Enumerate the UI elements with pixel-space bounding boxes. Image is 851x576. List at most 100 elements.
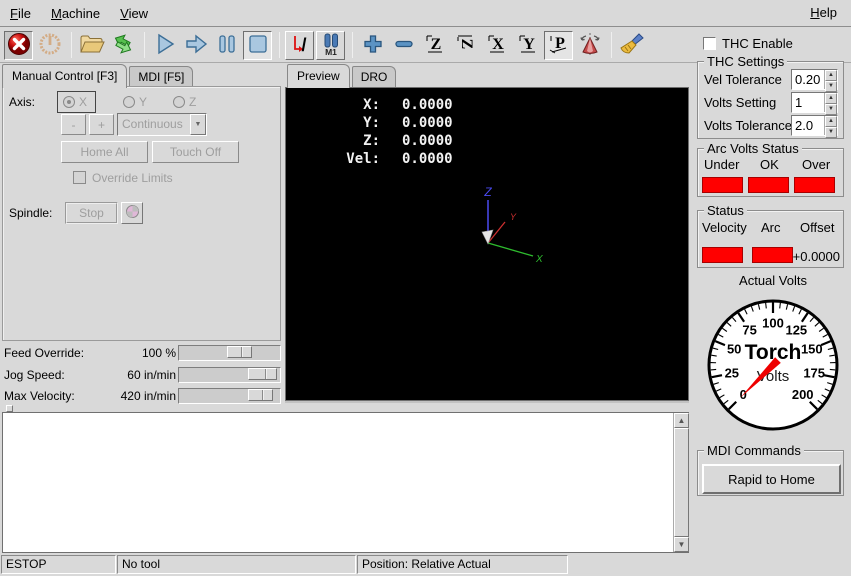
feed-override-slider[interactable] — [178, 345, 281, 361]
reload-icon — [111, 32, 135, 59]
pause-button[interactable] — [212, 31, 241, 60]
skip-lines-icon: / — [288, 32, 312, 59]
svg-text:Z: Z — [458, 38, 475, 49]
statusbar-state: ESTOP — [1, 555, 116, 574]
jog-speed-value: 60 in/min — [60, 368, 176, 382]
spindle-stop-button[interactable]: Stop — [65, 202, 118, 224]
scroll-up-icon[interactable]: ▲ — [674, 413, 689, 428]
offset-label: Offset — [800, 220, 834, 235]
rapid-to-home-button[interactable]: Rapid to Home — [702, 464, 841, 494]
jog-plus-button[interactable]: + — [89, 114, 114, 135]
spin-arrows[interactable]: ▲▼ — [824, 116, 837, 135]
optional-stop-button[interactable]: M1 — [316, 31, 345, 60]
radio-x-circle — [63, 96, 75, 108]
svg-text:200: 200 — [792, 387, 814, 402]
spin-arrows[interactable]: ▲▼ — [824, 93, 837, 112]
axis-radio-x[interactable]: X — [57, 91, 96, 113]
tool-cone — [482, 230, 493, 244]
svg-text:P: P — [555, 35, 565, 52]
scroll-down-icon[interactable]: ▼ — [674, 537, 689, 552]
zoom-out-icon — [393, 33, 415, 58]
combobox-arrow-icon: ▼ — [190, 114, 206, 135]
volts-setting-spinbox[interactable]: 1 ▲▼ — [791, 92, 838, 113]
jog-minus-button[interactable]: - — [61, 114, 86, 135]
machine-power-button[interactable] — [35, 31, 64, 60]
open-file-button[interactable] — [77, 31, 106, 60]
jog-speed-handle[interactable] — [248, 368, 277, 380]
spin-up-icon[interactable]: ▲ — [825, 116, 837, 127]
jog-speed-slider[interactable] — [178, 367, 281, 383]
thc-enable-checkbox[interactable]: THC Enable — [703, 36, 793, 51]
estop-button[interactable] — [4, 31, 33, 60]
thc-settings-title: THC Settings — [704, 54, 787, 69]
max-velocity-handle[interactable] — [248, 389, 273, 401]
statusbar: ESTOP No tool Position: Relative Actual — [0, 554, 851, 576]
preview-canvas[interactable]: X:0.0000 Y:0.0000 Z:0.0000 Vel:0.0000 Z … — [285, 87, 689, 401]
view-front-y-icon: Y — [517, 33, 539, 58]
spin-arrows[interactable]: ▲▼ — [824, 70, 837, 89]
axis-label: Axis: — [9, 95, 35, 109]
skip-lines-button[interactable]: / — [285, 31, 314, 60]
feed-override-handle[interactable] — [227, 346, 252, 358]
max-velocity-slider[interactable] — [178, 388, 281, 404]
zoom-out-button[interactable] — [389, 31, 418, 60]
dro-line-y: Y:0.0000 — [324, 114, 453, 132]
scrollbar-thumb[interactable] — [674, 428, 689, 537]
pane-sash-grip[interactable] — [6, 405, 13, 412]
torch-volts-gauge: 0255075100125150175200TorchVolts — [704, 296, 842, 434]
spin-down-icon[interactable]: ▼ — [825, 104, 837, 115]
volts-tolerance-label: Volts Tolerance — [704, 118, 792, 133]
tab-manual-control[interactable]: Manual Control [F3] — [2, 64, 127, 88]
tab-mdi[interactable]: MDI [F5] — [129, 66, 193, 87]
stop-icon — [247, 33, 269, 58]
jog-speed-label: Jog Speed: — [4, 368, 65, 382]
message-text-area[interactable]: ▲ ▼ — [2, 412, 689, 553]
step-icon — [184, 33, 208, 58]
menu-help[interactable]: Help — [800, 0, 847, 25]
svg-text:M1: M1 — [325, 47, 337, 56]
view-perspective-button[interactable]: P — [544, 31, 573, 60]
toolbar-separator — [279, 32, 280, 58]
mdi-commands-group: MDI Commands Rapid to Home — [697, 450, 844, 496]
tab-preview[interactable]: Preview — [287, 64, 350, 88]
jog-mode-combobox[interactable]: Continuous ▼ — [117, 113, 207, 136]
reload-button[interactable] — [108, 31, 137, 60]
volts-tolerance-spinbox[interactable]: 2.0 ▲▼ — [791, 115, 838, 136]
stop-button[interactable] — [243, 31, 272, 60]
clear-plot-button[interactable] — [617, 31, 646, 60]
home-all-button[interactable]: Home All — [61, 141, 148, 163]
touch-off-button[interactable]: Touch Off — [152, 141, 239, 163]
message-scrollbar[interactable]: ▲ ▼ — [673, 413, 688, 552]
over-indicator — [794, 177, 835, 193]
spin-down-icon[interactable]: ▼ — [825, 127, 837, 138]
spin-up-icon[interactable]: ▲ — [825, 70, 837, 81]
svg-text:Z: Z — [430, 36, 441, 53]
view-side-button[interactable]: X — [482, 31, 511, 60]
rotate-view-button[interactable] — [575, 31, 604, 60]
view-top-button[interactable]: Z — [420, 31, 449, 60]
volts-setting-label: Volts Setting — [704, 95, 776, 110]
svg-text:125: 125 — [785, 323, 807, 338]
step-button[interactable] — [181, 31, 210, 60]
max-velocity-value: 420 in/min — [60, 389, 176, 403]
clear-plot-broom-icon — [619, 32, 645, 59]
axis-radio-z[interactable]: Z — [173, 95, 196, 109]
spin-down-icon[interactable]: ▼ — [825, 81, 837, 92]
menu-machine[interactable]: Machine — [41, 1, 110, 26]
jog-speed-row: Jog Speed: 60 in/min — [0, 366, 283, 384]
spindle-brake-button[interactable] — [121, 202, 143, 224]
view-front-button[interactable]: Y — [513, 31, 542, 60]
menu-file[interactable]: File — [0, 1, 41, 26]
spin-up-icon[interactable]: ▲ — [825, 93, 837, 104]
status-group: Status Velocity Arc Offset +0.0000 — [697, 210, 844, 268]
tab-dro[interactable]: DRO — [352, 66, 397, 87]
override-limits-checkbox[interactable]: Override Limits — [73, 171, 173, 185]
statusbar-tool: No tool — [117, 555, 356, 574]
run-button[interactable] — [150, 31, 179, 60]
ok-indicator — [748, 177, 789, 193]
zoom-in-button[interactable] — [358, 31, 387, 60]
axis-radio-y[interactable]: Y — [123, 95, 147, 109]
vel-tolerance-spinbox[interactable]: 0.20 ▲▼ — [791, 69, 838, 90]
menu-view[interactable]: View — [110, 1, 158, 26]
view-rotated-top-button[interactable]: Z — [451, 31, 480, 60]
